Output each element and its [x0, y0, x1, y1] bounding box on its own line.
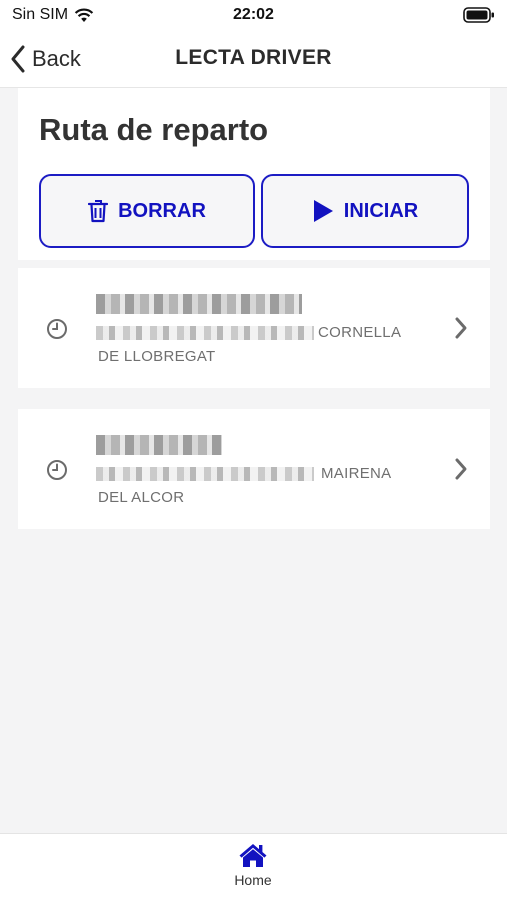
clock-icon: [47, 460, 67, 480]
carrier-label: Sin SIM: [12, 6, 69, 23]
tab-home-label: Home: [234, 872, 272, 888]
address-locality: CORNELLA: [318, 324, 402, 341]
status-time: 22:02: [233, 6, 274, 23]
page-title: Ruta de reparto: [39, 112, 269, 147]
address-city: DE LLOBREGAT: [98, 348, 216, 365]
trash-icon: [88, 200, 109, 223]
street-address-redacted: [96, 467, 314, 481]
chevron-right-icon: [455, 458, 467, 480]
wifi-icon: [74, 8, 94, 22]
route-header-card: Ruta de reparto BORRAR INICIAR: [18, 88, 490, 260]
start-button[interactable]: INICIAR: [261, 174, 469, 248]
status-bar: Sin SIM 22:02: [0, 0, 507, 30]
tab-bar: Home: [0, 833, 507, 900]
nav-title: LECTA DRIVER: [175, 46, 332, 69]
recipient-name-redacted: [96, 435, 222, 455]
delivery-list-item[interactable]: CORNELLA DE LLOBREGAT: [18, 268, 490, 388]
start-label: INICIAR: [343, 199, 419, 222]
delete-button[interactable]: BORRAR: [39, 174, 255, 248]
address-locality: MAIRENA: [321, 465, 392, 482]
street-address-redacted: [96, 326, 314, 340]
delivery-list-item[interactable]: MAIRENA DEL ALCOR: [18, 409, 490, 529]
screen: Sin SIM 22:02 Back LECTA DRIVER Ruta de …: [0, 0, 507, 900]
chevron-right-icon: [455, 317, 467, 339]
home-icon: [239, 844, 267, 867]
clock-icon: [47, 319, 67, 339]
address-city: DEL ALCOR: [98, 489, 185, 506]
status-left: Sin SIM: [12, 6, 182, 24]
nav-bar: Back LECTA DRIVER: [0, 30, 507, 88]
play-icon: [313, 200, 333, 222]
recipient-name-redacted: [96, 294, 302, 314]
delete-label: BORRAR: [118, 199, 206, 222]
battery-icon: [463, 7, 494, 23]
tab-home[interactable]: Home: [213, 842, 293, 898]
